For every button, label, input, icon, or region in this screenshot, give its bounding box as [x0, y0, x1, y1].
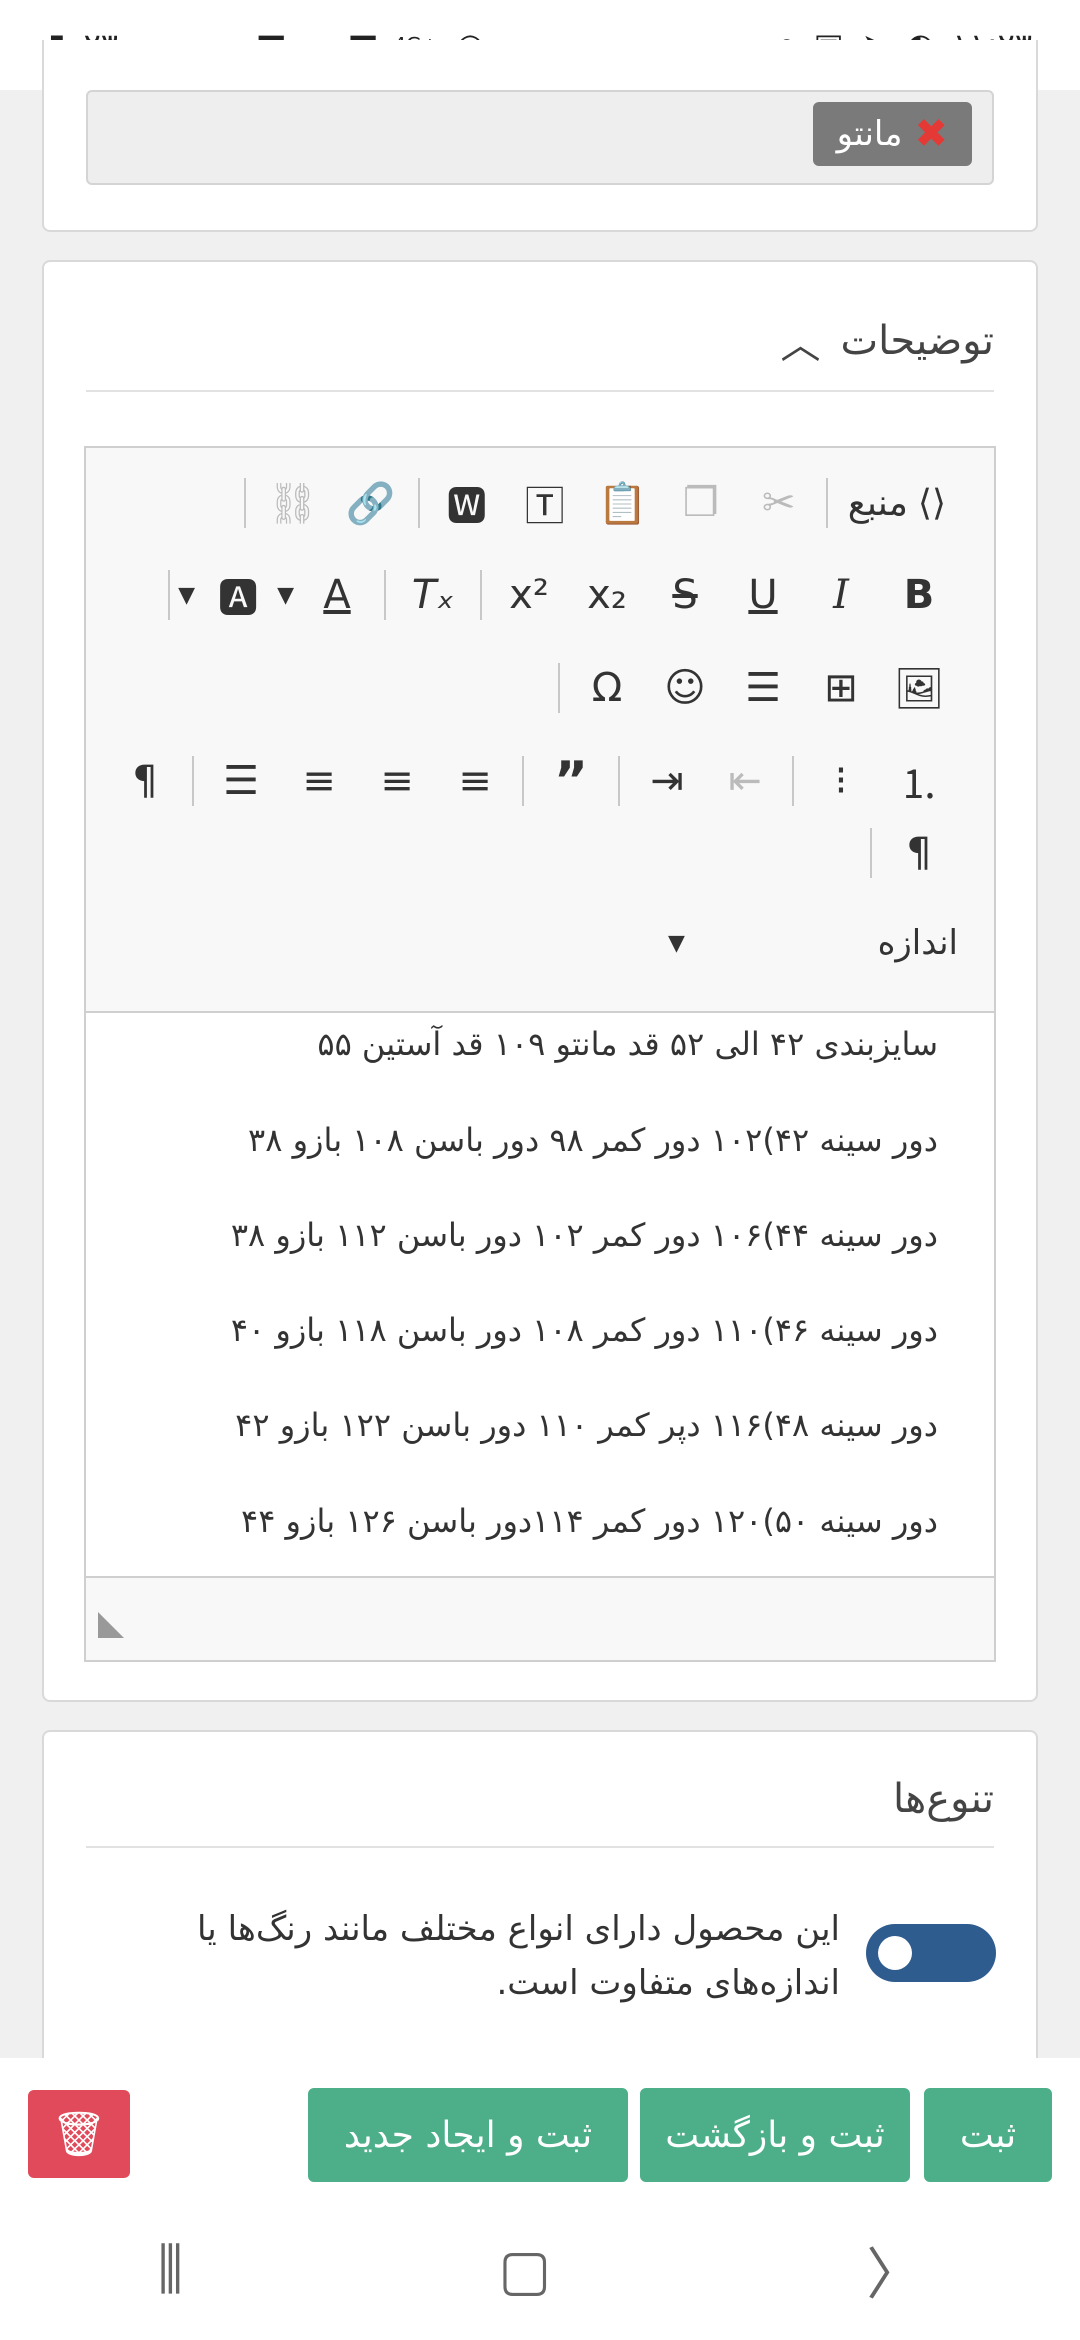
toolbar-separator	[558, 663, 560, 713]
toggle-knob	[878, 1936, 912, 1970]
caret-down-icon[interactable]: ▼	[178, 583, 195, 608]
paste-word-icon[interactable]: 🆆	[428, 468, 506, 538]
home-icon[interactable]: ▢	[498, 2238, 551, 2303]
strikethrough-icon[interactable]: S	[646, 560, 724, 630]
content-line: دور سینه ۴۲)۱۰۲ دور کمر ۹۸ دور باسن ۱۰۸ …	[248, 1121, 938, 1159]
tag-chip[interactable]: ✖ مانتو	[812, 102, 972, 166]
align-center-icon[interactable]: ≡	[358, 746, 436, 816]
copy-icon[interactable]: ❐	[662, 468, 740, 538]
smiley-icon[interactable]: ☺	[646, 653, 724, 723]
toolbar-separator	[480, 570, 482, 620]
underline-icon[interactable]: U	[724, 560, 802, 630]
align-justify-icon[interactable]: ☰	[202, 746, 280, 816]
toolbar-separator	[825, 478, 828, 528]
recent-apps-icon[interactable]: ⫼	[158, 2237, 184, 2303]
content-line: سایزبندی ۴۲ الی ۵۲ قد مانتو ۱۰۹ قد آستین…	[317, 1025, 938, 1063]
font-size-label: اندازه	[877, 923, 958, 963]
source-button[interactable]: ⟨⟩ منبع	[836, 468, 958, 538]
content-line: دور سینه ۴۶)۱۱۰ دور کمر ۱۰۸ دور باسن ۱۱۸…	[230, 1311, 938, 1349]
blockquote-icon[interactable]: ”	[532, 746, 610, 816]
description-card: ︿ توضیحات ⟨⟩ منبع ✂ ❐ 📋 🅃 🆆 🔗 ⛓ B I U S …	[42, 260, 1038, 1702]
save-and-back-button[interactable]: ثبت و بازگشت	[640, 2088, 910, 2182]
toolbar-row-5: ¶	[862, 818, 958, 888]
remove-tag-icon[interactable]: ✖	[914, 111, 948, 157]
caret-down-icon: ▼	[668, 930, 685, 956]
toolbar-separator	[522, 756, 524, 806]
source-icon: ⟨⟩	[917, 482, 946, 524]
horizontal-rule-icon[interactable]: ☰	[724, 653, 802, 723]
background-color-icon[interactable]: 🅰	[199, 560, 277, 630]
resize-handle-icon[interactable]	[98, 1612, 124, 1638]
paste-icon[interactable]: 📋	[584, 468, 662, 538]
save-and-new-button[interactable]: ثبت و ایجاد جدید	[308, 2088, 628, 2182]
numbered-list-icon[interactable]: ⒈	[880, 746, 958, 816]
outdent-icon[interactable]: ⇤	[706, 746, 784, 816]
system-nav-bar: ⫼ ▢ 〉	[0, 2200, 1080, 2340]
toolbar-separator	[192, 756, 194, 806]
toolbar-row-2: B I U S x₂ x² Tₓ A ▼ 🅰 ▼	[160, 560, 958, 630]
image-icon[interactable]: 🖼	[880, 653, 958, 723]
toolbar-separator	[618, 756, 620, 806]
toolbar-separator	[168, 570, 171, 620]
tags-card: ✖ مانتو	[42, 40, 1038, 232]
paste-text-icon[interactable]: 🅃	[506, 468, 584, 538]
toolbar-separator	[417, 478, 420, 528]
link-icon[interactable]: 🔗	[332, 468, 410, 538]
description-header[interactable]: ︿ توضیحات	[86, 292, 994, 392]
font-size-select[interactable]: اندازه ▼	[668, 913, 958, 973]
toolbar-separator	[870, 828, 872, 878]
editor-toolbar: ⟨⟩ منبع ✂ ❐ 📋 🅃 🆆 🔗 ⛓ B I U S x₂ x² Tₓ A…	[86, 448, 994, 1013]
source-label: منبع	[847, 482, 908, 524]
rich-text-editor: ⟨⟩ منبع ✂ ❐ 📋 🅃 🆆 🔗 ⛓ B I U S x₂ x² Tₓ A…	[84, 446, 996, 1662]
remove-format-icon[interactable]: Tₓ	[394, 560, 472, 630]
toolbar-row-3: 🖼 ⊞ ☰ ☺ Ω	[550, 653, 958, 723]
toolbar-separator	[243, 478, 246, 528]
tag-label: مانتو	[836, 114, 903, 154]
bold-icon[interactable]: B	[880, 560, 958, 630]
content-line: دور سینه ۴۸)۱۱۶ دپر کمر ۱۱۰ دور باسن ۱۲۲…	[235, 1406, 938, 1444]
back-icon[interactable]: 〉	[866, 2230, 922, 2311]
italic-icon[interactable]: I	[802, 560, 880, 630]
save-button[interactable]: ثبت	[924, 2088, 1052, 2182]
align-right-icon[interactable]: ≡	[280, 746, 358, 816]
unlink-icon[interactable]: ⛓	[254, 468, 332, 538]
variations-toggle[interactable]	[866, 1924, 996, 1982]
rtl-direction-icon[interactable]: ¶	[880, 818, 958, 888]
toolbar-row-1: ⟨⟩ منبع ✂ ❐ 📋 🅃 🆆 🔗 ⛓	[236, 468, 958, 538]
tags-input[interactable]: ✖ مانتو	[86, 90, 994, 185]
superscript-icon[interactable]: x²	[490, 560, 568, 630]
caret-down-icon[interactable]: ▼	[277, 583, 294, 608]
toolbar-separator	[792, 756, 794, 806]
variations-header: تنوع‌ها	[86, 1752, 994, 1848]
text-color-icon[interactable]: A	[298, 560, 376, 630]
variations-toggle-label: این محصول دارای انواع مختلف مانند رنگ‌ها…	[196, 1909, 840, 2003]
table-icon[interactable]: ⊞	[802, 653, 880, 723]
indent-icon[interactable]: ⇥	[628, 746, 706, 816]
content-line: دور سینه ۴۴)۱۰۶ دور کمر ۱۰۲ دور باسن ۱۱۲…	[230, 1216, 938, 1254]
toolbar-separator	[384, 570, 386, 620]
toolbar-row-4: ⒈ ⁝ ⇤ ⇥ ” ≡ ≡ ≡ ☰ ¶	[106, 746, 958, 816]
align-left-icon[interactable]: ≡	[436, 746, 514, 816]
trash-icon: 🗑	[51, 2109, 107, 2160]
delete-button[interactable]: 🗑	[28, 2090, 130, 2178]
ltr-direction-icon[interactable]: ¶	[106, 746, 184, 816]
content-line: دور سینه ۵۰)۱۲۰ دور کمر ۱۱۴دور باسن ۱۲۶ …	[241, 1502, 938, 1540]
bullet-list-icon[interactable]: ⁝	[802, 746, 880, 816]
special-char-icon[interactable]: Ω	[568, 653, 646, 723]
subscript-icon[interactable]: x₂	[568, 560, 646, 630]
cut-icon[interactable]: ✂	[740, 468, 818, 538]
description-title: توضیحات	[840, 318, 995, 364]
editor-content[interactable]: سایزبندی ۴۲ الی ۵۲ قد مانتو ۱۰۹ قد آستین…	[86, 1013, 994, 1578]
chevron-up-icon[interactable]: ︿	[781, 312, 821, 370]
variations-title: تنوع‌ها	[892, 1776, 994, 1822]
